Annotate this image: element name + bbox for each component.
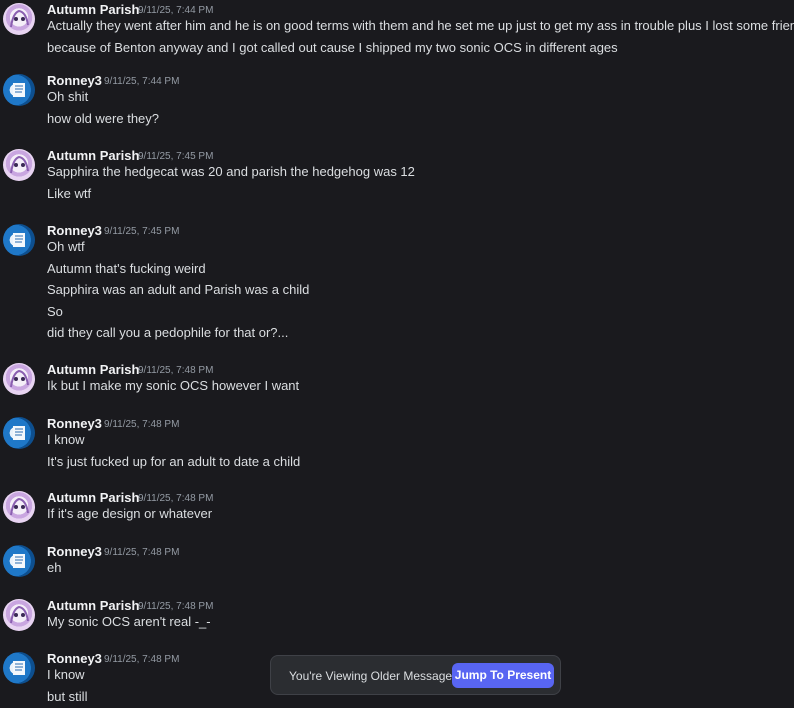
message-text: Autumn that's fucking weird (47, 261, 206, 276)
message-text: eh (47, 560, 62, 575)
message-author[interactable]: Ronney3 (47, 544, 102, 559)
message-text: how old were they? (47, 111, 160, 126)
message-author[interactable]: Ronney3 (47, 416, 102, 431)
message-text: It's just fucked up for an adult to date… (47, 454, 301, 469)
message-text: Ik but I make my sonic OCS however I wan… (47, 378, 300, 393)
ronney-avatar[interactable] (3, 224, 35, 256)
message-timestamp: 9/11/25, 7:48 PM (104, 419, 180, 430)
message-timestamp: 9/11/25, 7:48 PM (138, 601, 214, 612)
older-messages-label: You're Viewing Older Messages (289, 669, 459, 683)
message-author[interactable]: Autumn Parish (47, 490, 139, 505)
ronney-avatar[interactable] (3, 74, 35, 106)
message-text: because of Benton anyway and I got calle… (47, 40, 618, 55)
message-timestamp: 9/11/25, 7:48 PM (138, 493, 214, 504)
message-text: I know (47, 432, 85, 447)
message-text: If it's age design or whatever (47, 506, 213, 521)
message-author[interactable]: Autumn Parish (47, 2, 139, 17)
ronney-avatar[interactable] (3, 652, 35, 684)
message-timestamp: 9/11/25, 7:44 PM (138, 5, 214, 16)
autumn-avatar[interactable] (3, 3, 35, 35)
message-author[interactable]: Ronney3 (47, 73, 102, 88)
message-timestamp: 9/11/25, 7:45 PM (138, 151, 214, 162)
autumn-avatar[interactable] (3, 491, 35, 523)
message-text: So (47, 304, 63, 319)
message-author[interactable]: Autumn Parish (47, 148, 139, 163)
message-timestamp: 9/11/25, 7:48 PM (104, 654, 180, 665)
message-author[interactable]: Ronney3 (47, 223, 102, 238)
ronney-avatar[interactable] (3, 545, 35, 577)
message-timestamp: 9/11/25, 7:48 PM (104, 547, 180, 558)
ronney-avatar[interactable] (3, 417, 35, 449)
message-timestamp: 9/11/25, 7:44 PM (104, 76, 180, 87)
message-text: Sapphira was an adult and Parish was a c… (47, 282, 310, 297)
autumn-avatar[interactable] (3, 599, 35, 631)
message-text: Oh shit (47, 89, 89, 104)
message-text: Oh wtf (47, 239, 85, 254)
jump-to-present-button[interactable]: Jump To Present (452, 663, 554, 688)
message-text: did they call you a pedophile for that o… (47, 325, 289, 340)
message-timestamp: 9/11/25, 7:45 PM (104, 226, 180, 237)
message-timestamp: 9/11/25, 7:48 PM (138, 365, 214, 376)
message-text: Sapphira the hedgecat was 20 and parish … (47, 164, 415, 179)
message-text: My sonic OCS aren't real -_- (47, 614, 211, 629)
message-author[interactable]: Ronney3 (47, 651, 102, 666)
message-text: I know (47, 667, 85, 682)
message-author[interactable]: Autumn Parish (47, 598, 139, 613)
older-messages-banner: You're Viewing Older Messages Jump To Pr… (270, 655, 561, 695)
message-author[interactable]: Autumn Parish (47, 362, 139, 377)
message-text: Actually they went after him and he is o… (47, 18, 794, 33)
autumn-avatar[interactable] (3, 363, 35, 395)
message-text: but still (47, 689, 88, 704)
autumn-avatar[interactable] (3, 149, 35, 181)
message-text: Like wtf (47, 186, 92, 201)
